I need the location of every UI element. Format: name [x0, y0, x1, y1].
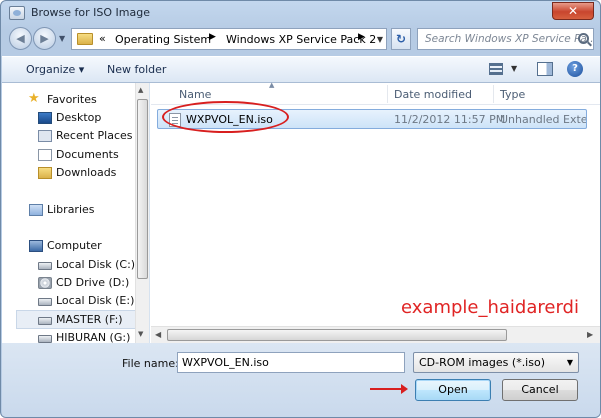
- preview-pane-icon[interactable]: [537, 62, 553, 76]
- help-icon[interactable]: ?: [567, 61, 583, 77]
- cancel-button[interactable]: Cancel: [502, 379, 578, 401]
- nav-favorites[interactable]: ★ Favorites: [28, 91, 97, 109]
- address-dropdown-icon[interactable]: ▼: [377, 35, 383, 44]
- recent-places-icon: [38, 130, 52, 142]
- new-folder-button[interactable]: New folder: [107, 63, 166, 76]
- folder-icon: [77, 33, 93, 45]
- downloads-icon: [38, 167, 52, 179]
- nav-scroll-thumb[interactable]: [137, 99, 148, 279]
- column-divider[interactable]: [493, 85, 494, 103]
- horizontal-scrollbar[interactable]: ◀ ▶: [151, 326, 600, 343]
- file-list-pane: ▲ Name Date modified Type WXPVOL_EN.iso …: [151, 81, 600, 343]
- scroll-down-icon[interactable]: ▼: [138, 330, 143, 338]
- file-type-value: CD-ROM images (*.iso): [419, 356, 545, 369]
- search-input[interactable]: Search Windows XP Service Pa...: [417, 28, 594, 50]
- nav-libraries[interactable]: Libraries: [29, 201, 95, 219]
- horizontal-scroll-thumb[interactable]: [167, 329, 507, 341]
- file-name-input[interactable]: WXPVOL_EN.iso: [177, 352, 405, 373]
- libraries-icon: [29, 204, 43, 216]
- scroll-left-icon[interactable]: ◀: [155, 330, 161, 339]
- annotation-arrow-icon: [370, 384, 408, 394]
- breadcrumb-overflow[interactable]: «: [99, 32, 106, 45]
- nav-cd-drive-d[interactable]: CD Drive (D:): [38, 274, 129, 292]
- file-type: Unhandled Extensi...: [500, 113, 586, 126]
- file-date: 11/2/2012 11:57 PM: [394, 113, 506, 126]
- annotation-ellipse: [162, 101, 289, 133]
- watermark-text: example_haidarerdi: [401, 297, 579, 318]
- search-placeholder: Search Windows XP Service Pa...: [425, 33, 594, 45]
- scroll-up-icon[interactable]: ▲: [138, 86, 143, 94]
- breadcrumb-arrow-icon[interactable]: ▶: [358, 32, 365, 42]
- app-icon: [9, 6, 25, 20]
- navigation-pane: ★ Favorites Desktop Recent Places Docume…: [2, 83, 150, 344]
- organize-button[interactable]: Organize ▾: [26, 63, 84, 76]
- disk-icon: [38, 317, 52, 325]
- sort-ascending-icon: ▲: [269, 81, 275, 89]
- dialog-body: ★ Favorites Desktop Recent Places Docume…: [2, 81, 600, 344]
- scroll-right-icon[interactable]: ▶: [587, 330, 593, 339]
- browse-dialog: Browse for ISO Image ✕ ◀ ▶ ▼ « Operating…: [0, 0, 601, 418]
- address-bar[interactable]: « Operating Sistem ▶ Windows XP Service …: [71, 28, 387, 50]
- disk-icon: [38, 298, 52, 306]
- views-dropdown-icon[interactable]: ▼: [511, 64, 517, 73]
- title-bar[interactable]: Browse for ISO Image ✕: [1, 1, 600, 25]
- navigation-bar: ◀ ▶ ▼ « Operating Sistem ▶ Windows XP Se…: [9, 27, 594, 51]
- close-button[interactable]: ✕: [552, 2, 594, 20]
- nav-scrollbar[interactable]: ▲ ▼: [135, 83, 149, 343]
- chevron-down-icon[interactable]: ▼: [567, 358, 573, 367]
- disk-icon: [38, 335, 52, 343]
- computer-icon: [29, 240, 43, 252]
- breadcrumb-windows-xp-sp2[interactable]: Windows XP Service Pack 2: [226, 33, 376, 46]
- nav-local-disk-c[interactable]: Local Disk (C:): [38, 256, 135, 274]
- breadcrumb-operating-sistem[interactable]: Operating Sistem: [115, 33, 211, 46]
- breadcrumb-arrow-icon[interactable]: ▶: [209, 32, 216, 42]
- file-name-label: File name:: [122, 357, 179, 370]
- dialog-footer: File name: WXPVOL_EN.iso CD-ROM images (…: [2, 343, 600, 417]
- column-divider[interactable]: [387, 85, 388, 103]
- refresh-button[interactable]: ↻: [391, 28, 411, 50]
- search-icon: [578, 33, 589, 44]
- recent-pages-chevron-down-icon[interactable]: ▼: [59, 34, 65, 43]
- cd-drive-icon: [38, 277, 52, 289]
- open-button[interactable]: Open: [415, 379, 491, 401]
- nav-documents[interactable]: Documents: [38, 146, 119, 164]
- column-type[interactable]: Type: [500, 88, 525, 101]
- disk-icon: [38, 262, 52, 270]
- forward-button[interactable]: ▶: [33, 27, 56, 50]
- nav-local-disk-e[interactable]: Local Disk (E:): [38, 292, 134, 310]
- nav-desktop[interactable]: Desktop: [38, 109, 101, 127]
- column-name[interactable]: Name: [179, 88, 211, 101]
- nav-master-f[interactable]: MASTER (F:): [38, 311, 123, 329]
- desktop-icon: [38, 112, 52, 124]
- nav-computer[interactable]: Computer: [29, 237, 102, 255]
- command-bar: Organize ▾ New folder ▼ ?: [2, 56, 600, 83]
- file-type-select[interactable]: CD-ROM images (*.iso) ▼: [413, 352, 579, 373]
- views-icon[interactable]: [489, 63, 503, 75]
- documents-icon: [38, 149, 52, 161]
- back-button[interactable]: ◀: [9, 27, 32, 50]
- column-date-modified[interactable]: Date modified: [394, 88, 472, 101]
- nav-downloads[interactable]: Downloads: [38, 164, 116, 182]
- star-icon: ★: [28, 91, 40, 106]
- window-title: Browse for ISO Image: [31, 6, 151, 19]
- nav-recent-places[interactable]: Recent Places: [38, 127, 133, 145]
